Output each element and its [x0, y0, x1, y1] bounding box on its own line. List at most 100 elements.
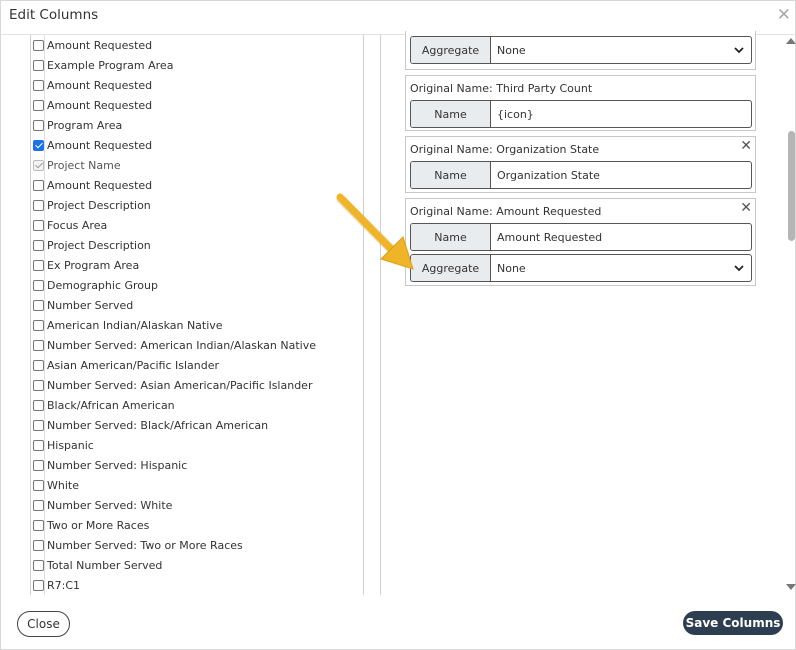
column-option[interactable]: Number Served: Black/African American	[33, 415, 268, 435]
scroll-thumb[interactable]	[788, 131, 795, 241]
column-option[interactable]: Number Served	[33, 295, 133, 315]
column-option[interactable]: Focus Area	[33, 215, 107, 235]
column-checkbox[interactable]	[33, 219, 44, 231]
selected-column-card: Original Name: Organization State ✕ Name…	[405, 136, 756, 193]
column-option[interactable]: Hispanic	[33, 435, 94, 455]
aggregate-row: Aggregate None	[410, 36, 752, 64]
name-label: Name	[411, 162, 491, 188]
column-option[interactable]: Number Served: White	[33, 495, 172, 515]
column-option[interactable]: Program Area	[33, 115, 122, 135]
column-option[interactable]: Project Description	[33, 195, 151, 215]
column-option-label: Project Name	[47, 158, 121, 172]
remove-column-icon[interactable]: ✕	[740, 201, 752, 215]
column-option-label: Hispanic	[47, 438, 94, 452]
column-option[interactable]: Black/African American	[33, 395, 175, 415]
column-checkbox[interactable]	[33, 299, 44, 311]
column-option[interactable]: Number Served: American Indian/Alaskan N…	[33, 335, 316, 355]
column-checkbox[interactable]	[33, 519, 44, 531]
original-name: Original Name: Third Party Count	[410, 82, 593, 95]
aggregate-row: Aggregate None	[410, 254, 752, 282]
name-input[interactable]: Organization State	[491, 162, 751, 188]
column-option[interactable]: Example Program Area	[33, 55, 173, 75]
column-option-label: Total Number Served	[47, 558, 163, 572]
column-option[interactable]: Two or More Races	[33, 515, 149, 535]
column-option-label: R7:C1	[47, 578, 81, 592]
column-option-label: Amount Requested	[47, 138, 153, 152]
column-checkbox[interactable]	[33, 59, 44, 71]
column-option[interactable]: R7:C1	[33, 575, 80, 593]
column-option[interactable]: Amount Requested	[33, 135, 152, 155]
column-option[interactable]: Amount Requested	[33, 35, 152, 55]
remove-column-icon[interactable]: ✕	[740, 139, 752, 153]
column-option-label: Ex Program Area	[47, 258, 140, 272]
column-checkbox[interactable]	[33, 79, 44, 91]
column-checkbox[interactable]	[33, 279, 44, 291]
column-option-label: Number Served: Two or More Races	[47, 538, 243, 552]
available-columns-list: Amount Requested Example Program Area Amou…	[33, 35, 363, 593]
aggregate-select[interactable]: None	[491, 37, 751, 63]
column-option-label: Amount Requested	[47, 78, 153, 92]
column-option-label: Program Area	[47, 118, 123, 132]
column-checkbox[interactable]	[33, 419, 44, 431]
column-checkbox[interactable]	[33, 439, 44, 451]
column-option[interactable]: American Indian/Alaskan Native	[33, 315, 223, 335]
vertical-scrollbar[interactable]	[785, 35, 796, 595]
column-checkbox[interactable]	[33, 579, 44, 591]
column-checkbox[interactable]	[33, 259, 44, 271]
column-option[interactable]: Amount Requested	[33, 95, 152, 115]
column-checkbox[interactable]	[33, 99, 44, 111]
column-checkbox[interactable]	[33, 479, 44, 491]
close-icon[interactable]: ✕	[777, 7, 791, 24]
column-option[interactable]: Total Number Served	[33, 555, 162, 575]
column-checkbox[interactable]	[33, 379, 44, 391]
column-option[interactable]: Number Served: Hispanic	[33, 455, 187, 475]
dialog-title: Edit Columns	[9, 7, 99, 23]
column-option-label: Focus Area	[47, 218, 108, 232]
name-row: Name Organization State	[410, 161, 752, 189]
column-checkbox[interactable]	[33, 499, 44, 511]
column-checkbox[interactable]	[33, 359, 44, 371]
column-checkbox[interactable]	[33, 199, 44, 211]
column-checkbox[interactable]	[33, 239, 44, 251]
column-checkbox[interactable]	[33, 559, 44, 571]
name-input[interactable]: {icon}	[491, 101, 751, 127]
save-columns-button[interactable]: Save Columns	[683, 611, 783, 635]
column-checkbox[interactable]	[33, 319, 44, 331]
selected-column-card: Original Name: Third Party Count Name {i…	[405, 75, 756, 131]
scroll-up-icon[interactable]	[786, 38, 796, 44]
column-option-label: Project Description	[47, 198, 151, 212]
column-option-label: Demographic Group	[47, 278, 158, 292]
chevron-down-icon	[734, 47, 744, 54]
column-option-label: Number Served: American Indian/Alaskan N…	[47, 338, 316, 352]
column-checkbox[interactable]	[33, 399, 44, 411]
column-checkbox[interactable]	[33, 459, 44, 471]
column-option[interactable]: Demographic Group	[33, 275, 158, 295]
column-option[interactable]: Project Description	[33, 235, 151, 255]
selected-column-card: Original Name: Amount Requested ✕ Name A…	[405, 198, 756, 286]
column-checkbox[interactable]	[33, 139, 44, 151]
column-option[interactable]: Asian American/Pacific Islander	[33, 355, 219, 375]
column-option[interactable]: Amount Requested	[33, 175, 152, 195]
column-option-label: White	[47, 478, 79, 492]
column-checkbox[interactable]	[33, 119, 44, 131]
scroll-down-icon[interactable]	[786, 584, 796, 590]
column-option-label: Amount Requested	[47, 98, 153, 112]
selected-column-card: Aggregate None	[405, 31, 756, 70]
column-option[interactable]: Amount Requested	[33, 75, 152, 95]
close-button[interactable]: Close	[17, 611, 70, 637]
column-option-label: Number Served: Hispanic	[47, 458, 188, 472]
column-option-label: Number Served: Black/African American	[47, 418, 269, 432]
column-checkbox[interactable]	[33, 39, 44, 51]
column-option[interactable]: Number Served: Asian American/Pacific Is…	[33, 375, 312, 395]
column-option[interactable]: Project Name	[33, 155, 121, 175]
column-option[interactable]: Ex Program Area	[33, 255, 139, 275]
column-option[interactable]: White	[33, 475, 79, 495]
aggregate-select[interactable]: None	[491, 255, 751, 281]
column-checkbox[interactable]	[33, 179, 44, 191]
name-input[interactable]: Amount Requested	[491, 224, 751, 250]
column-checkbox	[33, 159, 44, 171]
column-checkbox[interactable]	[33, 539, 44, 551]
column-option[interactable]: Number Served: Two or More Races	[33, 535, 243, 555]
column-checkbox[interactable]	[33, 339, 44, 351]
panel-divider	[380, 35, 381, 595]
